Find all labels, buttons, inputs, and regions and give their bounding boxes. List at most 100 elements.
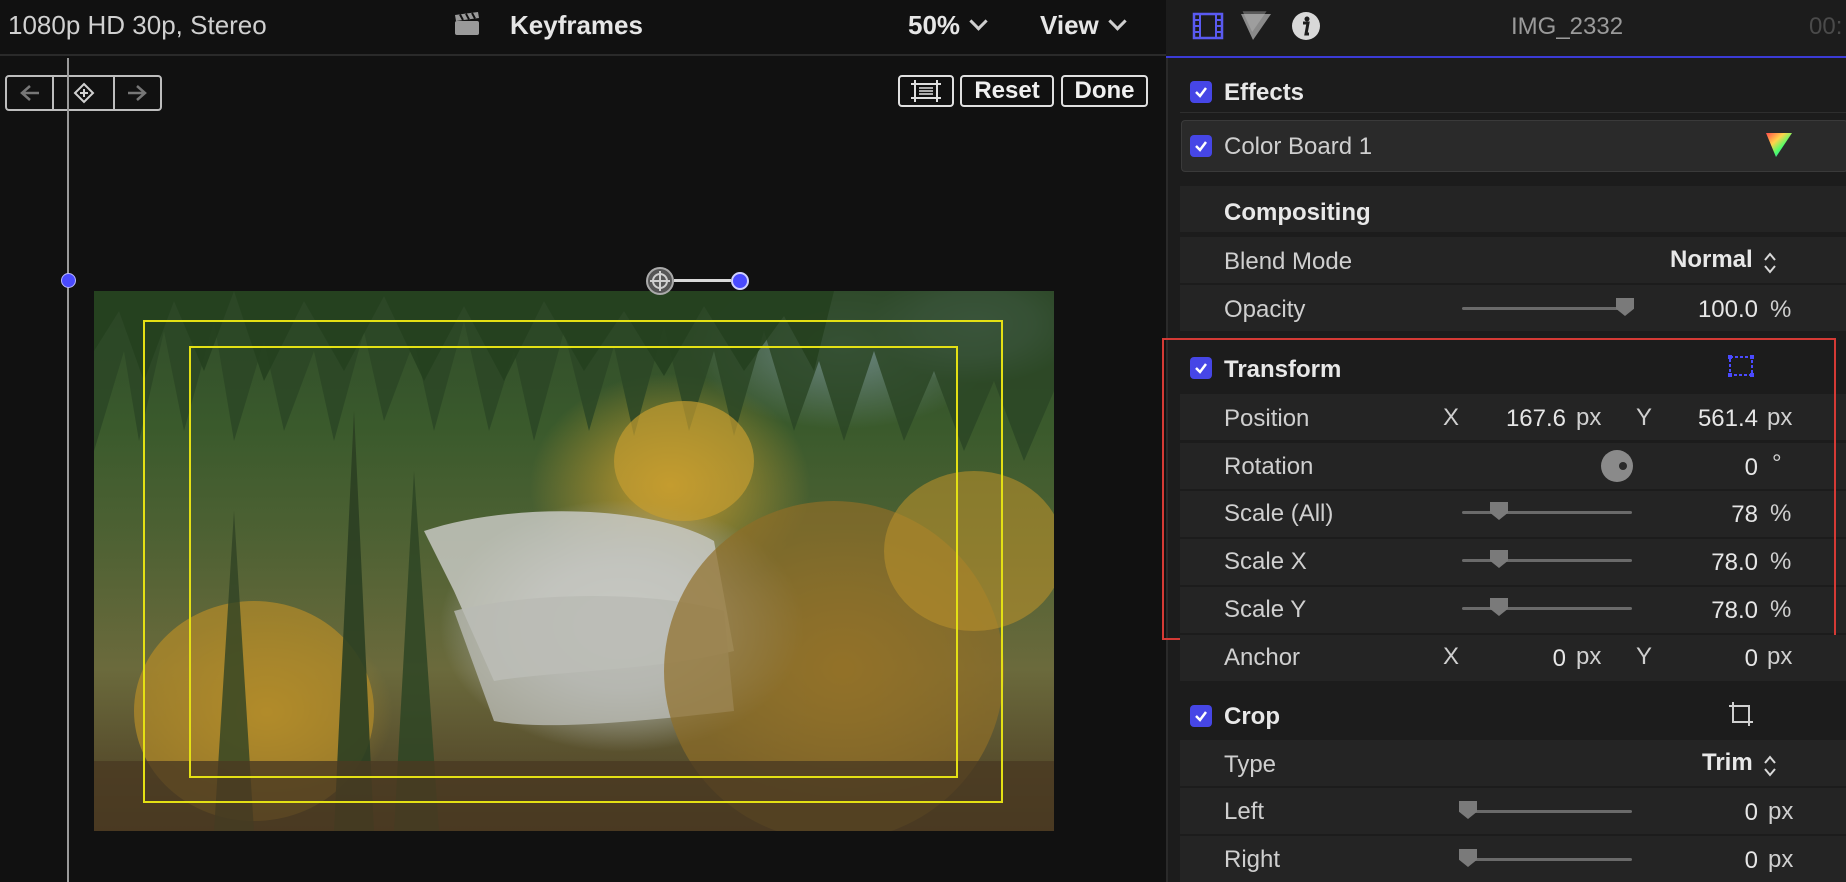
info-inspector-tab[interactable] <box>1290 10 1322 47</box>
zoom-dropdown[interactable]: 50% <box>908 10 988 41</box>
scale-all-value[interactable]: 78 <box>1660 501 1758 529</box>
position-x-unit: px <box>1576 404 1602 431</box>
keyframe-diamond-icon <box>73 82 94 104</box>
effects-label: Effects <box>1224 79 1305 106</box>
color-board-label: Color Board 1 <box>1224 133 1373 160</box>
checkmark-icon <box>1195 711 1207 722</box>
clapper-icon <box>453 12 481 36</box>
opacity-slider[interactable] <box>1462 307 1632 310</box>
color-triangle-icon <box>1241 11 1271 40</box>
clip-name: IMG_2332 <box>1511 13 1624 40</box>
position-x-value[interactable]: 167.6 <box>1480 405 1566 433</box>
scale-all-label: Scale (All) <box>1224 500 1334 527</box>
rotation-dial[interactable] <box>1601 450 1633 482</box>
crop-right-value[interactable]: 0 <box>1660 847 1758 875</box>
updown-chevron-icon <box>1764 755 1776 777</box>
scale-x-slider[interactable] <box>1462 559 1632 562</box>
checkmark-icon <box>1195 141 1207 152</box>
crop-type-label: Type <box>1224 751 1277 778</box>
previous-keyframe-button[interactable] <box>7 77 55 109</box>
done-button[interactable]: Done <box>1061 75 1148 107</box>
anchor-y-unit: px <box>1767 643 1793 670</box>
scale-y-slider[interactable] <box>1462 607 1632 610</box>
arrow-left-icon <box>19 85 39 101</box>
keyframe-nav <box>5 75 162 111</box>
crop-checkbox[interactable] <box>1190 705 1212 727</box>
anchor-x-value[interactable]: 0 <box>1480 645 1566 673</box>
zoom-value: 50% <box>908 10 961 40</box>
scale-all-slider[interactable] <box>1462 511 1632 514</box>
checkmark-icon <box>1195 363 1207 374</box>
crop-type-value: Trim <box>1702 749 1753 776</box>
blend-mode-label: Blend Mode <box>1224 248 1353 275</box>
position-y-label: Y <box>1636 404 1653 431</box>
anchor-x-unit: px <box>1576 643 1602 670</box>
transform-overlay-button[interactable] <box>898 75 954 107</box>
scale-y-value[interactable]: 78.0 <box>1660 597 1758 625</box>
inspector-header: IMG_2332 00: <box>1166 0 1846 58</box>
rotation-unit: ° <box>1772 450 1782 477</box>
view-label: View <box>1040 10 1099 40</box>
crop-left-unit: px <box>1768 798 1794 825</box>
updown-chevron-icon <box>1764 252 1776 274</box>
compositing-label: Compositing <box>1224 199 1371 226</box>
anchor-x-label: X <box>1443 643 1460 670</box>
effects-checkbox[interactable] <box>1190 81 1212 103</box>
rotation-handle-line <box>674 279 731 282</box>
viewer-topbar: 1080p HD 30p, Stereo Keyframes 50% View <box>0 0 1166 56</box>
video-inspector-tab[interactable] <box>1192 12 1224 45</box>
crop-right-label: Right <box>1224 846 1281 873</box>
crop-onscreen-control-icon[interactable] <box>1727 700 1755 733</box>
format-label: 1080p HD 30p, Stereo <box>8 10 267 40</box>
arrow-right-icon <box>128 85 148 101</box>
divider <box>1180 112 1846 113</box>
title-safe-zone <box>189 346 958 778</box>
rotation-value[interactable]: 0 <box>1660 454 1758 482</box>
crop-left-slider[interactable] <box>1462 810 1632 813</box>
transform-overlay-icon <box>911 80 941 102</box>
opacity-value[interactable]: 100.0 <box>1640 296 1758 324</box>
clip-timecode: 00: <box>1809 13 1843 40</box>
chevron-down-icon <box>1108 12 1127 31</box>
opacity-label: Opacity <box>1224 296 1306 323</box>
transform-onscreen-control-icon[interactable] <box>1727 354 1755 383</box>
reset-button[interactable]: Reset <box>960 75 1054 107</box>
position-y-unit: px <box>1767 404 1793 431</box>
rotation-handle[interactable] <box>731 272 749 290</box>
scale-y-unit: % <box>1770 596 1792 623</box>
scale-all-unit: % <box>1770 500 1792 527</box>
transform-checkbox[interactable] <box>1190 357 1212 379</box>
crop-right-unit: px <box>1768 846 1794 873</box>
center-handle[interactable] <box>646 267 674 295</box>
blend-mode-value: Normal <box>1670 246 1753 273</box>
crop-right-slider[interactable] <box>1462 858 1632 861</box>
position-x-label: X <box>1443 404 1460 431</box>
scale-x-unit: % <box>1770 548 1792 575</box>
film-icon <box>1192 12 1224 40</box>
anchor-label: Anchor <box>1224 644 1301 671</box>
color-inspector-tab[interactable] <box>1239 10 1273 47</box>
view-menu[interactable]: View <box>1040 10 1127 41</box>
blend-mode-popup[interactable]: Normal <box>1670 246 1777 275</box>
color-board-checkbox[interactable] <box>1190 135 1212 157</box>
crop-type-popup[interactable]: Trim <box>1702 749 1777 778</box>
viewer-title: Keyframes <box>510 10 643 40</box>
position-label: Position <box>1224 405 1310 432</box>
position-y-value[interactable]: 561.4 <box>1670 405 1758 433</box>
crosshair-icon <box>650 271 670 291</box>
info-icon <box>1292 12 1320 40</box>
scale-x-value[interactable]: 78.0 <box>1660 549 1758 577</box>
checkmark-icon <box>1195 87 1207 98</box>
scale-x-label: Scale X <box>1224 548 1307 575</box>
color-board-icon[interactable] <box>1764 131 1794 164</box>
anchor-y-label: Y <box>1636 643 1653 670</box>
playhead-keyframe-dot[interactable] <box>61 273 76 288</box>
crop-left-value[interactable]: 0 <box>1660 799 1758 827</box>
rotation-label: Rotation <box>1224 453 1314 480</box>
playhead-line[interactable] <box>67 58 69 882</box>
add-keyframe-button[interactable] <box>54 77 115 109</box>
anchor-y-value[interactable]: 0 <box>1670 645 1758 673</box>
next-keyframe-button[interactable] <box>115 77 160 109</box>
crop-left-label: Left <box>1224 798 1265 825</box>
crop-label: Crop <box>1224 703 1280 730</box>
